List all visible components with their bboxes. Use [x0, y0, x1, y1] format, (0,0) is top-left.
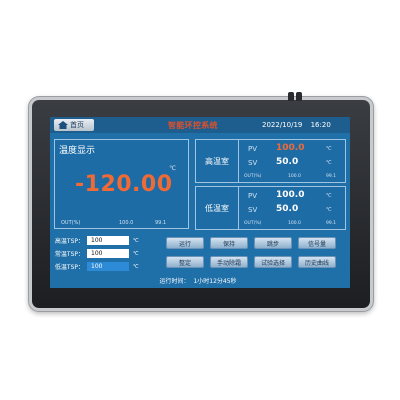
- sv-label: SV: [248, 206, 258, 214]
- panel-title: 温度显示: [59, 146, 96, 156]
- output-row: OUT(%) 100.0 99.1: [61, 220, 185, 226]
- pv-unit: ℃: [326, 193, 332, 199]
- history-curve-button[interactable]: 历史曲线: [298, 256, 336, 268]
- room-name: 低温室: [196, 187, 239, 229]
- test-select-button[interactable]: 试验选择: [254, 256, 292, 268]
- out-label: OUT(%): [244, 174, 262, 179]
- run-button[interactable]: 运行: [166, 237, 204, 249]
- room-panel-high: 高温室 PV 100.0 ℃ SV 50.0 ℃ OUT(%) 100.0 99…: [195, 139, 346, 183]
- settings-button[interactable]: 整定: [166, 256, 204, 268]
- run-time-status: 运行时间： 1小时12分45秒: [50, 276, 350, 285]
- top-bar: 首页 智能环控系统 2022/10/19 16:20: [50, 117, 350, 133]
- out-value: 100.0: [288, 221, 301, 226]
- out-value: 99.1: [155, 220, 167, 226]
- setpoint-label: 高温TSP：: [54, 238, 84, 245]
- device-knob: [296, 92, 302, 101]
- temperature-display-panel: 温度显示 ℃ -120.00 OUT(%) 100.0 99.1: [54, 139, 189, 229]
- defrost-button[interactable]: 手动除霜: [210, 256, 248, 268]
- out-label: OUT(%): [61, 220, 81, 226]
- signal-button[interactable]: 信号量: [298, 237, 336, 249]
- pv-label: PV: [248, 192, 258, 200]
- sv-value: 50.0: [276, 204, 299, 214]
- app-title: 智能环控系统: [168, 121, 218, 130]
- skip-button[interactable]: 跳步: [254, 237, 292, 249]
- out-value: 100.0: [288, 174, 301, 179]
- setpoint-row-normal: 常温TSP： 100 ℃: [54, 247, 156, 260]
- setpoint-unit: ℃: [133, 237, 139, 244]
- setpoint-unit: ℃: [133, 263, 139, 270]
- out-value: 100.0: [119, 220, 134, 226]
- date-text: 2022/10/19: [262, 121, 303, 129]
- sv-unit: ℃: [326, 160, 332, 166]
- temperature-value: -120.00: [75, 172, 173, 197]
- out-value: 99.1: [326, 174, 337, 179]
- room-panel-low: 低温室 PV 100.0 ℃ SV 50.0 ℃ OUT(%) 100.0 99…: [195, 186, 346, 230]
- home-button[interactable]: 首页: [54, 119, 94, 131]
- out-label: OUT(%): [244, 221, 262, 226]
- setpoint-row-low: 低温TSP： 100 ℃: [54, 260, 156, 273]
- temperature-unit: ℃: [169, 165, 176, 172]
- pv-label: PV: [248, 145, 258, 153]
- sv-value: 50.0: [276, 157, 299, 167]
- setpoint-row-high: 高温TSP： 100 ℃: [54, 234, 156, 247]
- time-text: 16:20: [310, 121, 331, 129]
- home-icon: [58, 121, 68, 129]
- device-knob: [288, 92, 294, 101]
- room-name: 高温室: [196, 140, 239, 182]
- hold-button[interactable]: 保持: [210, 237, 248, 249]
- setpoint-input-high[interactable]: 100: [87, 236, 129, 245]
- home-label: 首页: [70, 121, 84, 129]
- run-time-label: 运行时间：: [159, 278, 190, 285]
- setpoint-unit: ℃: [133, 250, 139, 257]
- output-row: OUT(%) 100.0 99.1: [244, 174, 344, 179]
- setpoint-input-low[interactable]: 100: [87, 262, 129, 271]
- sv-unit: ℃: [326, 207, 332, 213]
- sv-label: SV: [248, 159, 258, 167]
- run-time-value: 1小时12分45秒: [193, 278, 237, 285]
- hmi-screen: 首页 智能环控系统 2022/10/19 16:20 温度显示 ℃ -120.0…: [50, 117, 350, 288]
- setpoint-input-normal[interactable]: 100: [87, 249, 129, 258]
- pv-value: 100.0: [276, 143, 305, 153]
- datetime: 2022/10/19 16:20: [262, 121, 337, 129]
- out-value: 99.1: [326, 221, 337, 226]
- pv-value: 100.0: [276, 190, 305, 200]
- setpoint-label: 常温TSP：: [54, 251, 84, 258]
- pv-unit: ℃: [326, 146, 332, 152]
- setpoint-label: 低温TSP：: [54, 264, 84, 271]
- output-row: OUT(%) 100.0 99.1: [244, 221, 344, 226]
